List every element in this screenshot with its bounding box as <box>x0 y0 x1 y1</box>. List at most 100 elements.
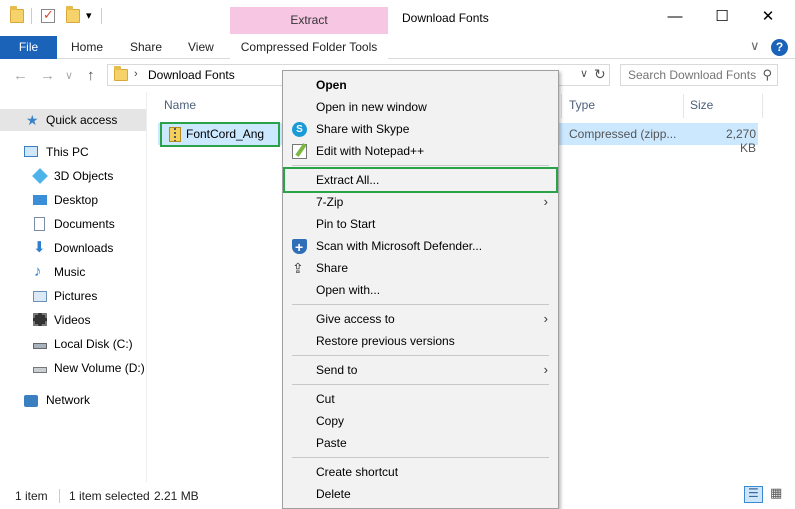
nav-label: 3D Objects <box>54 169 114 183</box>
address-dropdown-icon[interactable]: ∨ <box>580 67 588 80</box>
tab-file[interactable]: File <box>0 36 57 59</box>
tab-compressed-folder-tools[interactable]: Compressed Folder Tools <box>230 36 388 59</box>
menu-label: Open <box>316 78 347 92</box>
menu-label: Create shortcut <box>316 465 399 479</box>
nav-downloads[interactable]: ⬇ Downloads <box>0 237 146 259</box>
nav-desktop[interactable]: Desktop <box>0 189 146 211</box>
notepad-plus-plus-icon <box>292 144 307 159</box>
up-button[interactable]: ↑ <box>87 67 95 84</box>
nav-label: Downloads <box>54 241 114 255</box>
new-folder-icon[interactable] <box>66 6 80 23</box>
breadcrumb-separator[interactable]: › <box>134 68 138 80</box>
window-title: Download Fonts <box>402 11 489 25</box>
context-tab-extract[interactable]: Extract <box>230 7 388 34</box>
tab-home[interactable]: Home <box>71 36 103 59</box>
menu-item-copy[interactable]: Copy <box>283 410 558 432</box>
defender-shield-icon <box>292 236 307 258</box>
column-divider[interactable] <box>683 94 684 118</box>
status-divider <box>59 489 60 503</box>
search-icon[interactable]: ⚲ <box>762 67 772 83</box>
nav-this-pc[interactable]: This PC <box>0 141 146 163</box>
nav-label: Videos <box>54 313 91 327</box>
title-bar: ▾ Extract Download Fonts — ☐ ✕ <box>0 0 795 36</box>
nav-quick-access[interactable]: ★ Quick access <box>0 109 146 131</box>
menu-label: Send to <box>316 363 358 377</box>
menu-item-pin-start[interactable]: Pin to Start <box>283 213 558 235</box>
help-icon[interactable]: ? <box>771 39 788 56</box>
menu-label: Share with Skype <box>316 122 410 136</box>
network-icon <box>24 395 38 407</box>
nav-music[interactable]: ♪ Music <box>0 261 146 283</box>
search-input[interactable] <box>621 65 759 85</box>
file-name[interactable]: FontCord_Ang <box>186 127 264 141</box>
menu-item-share[interactable]: ⇪ Share <box>283 257 558 279</box>
properties-icon[interactable] <box>41 7 55 23</box>
column-header-name[interactable]: Name <box>164 98 196 112</box>
back-button[interactable]: ← <box>13 67 28 84</box>
nav-label: Pictures <box>54 289 98 303</box>
menu-item-give-access[interactable]: Give access to › <box>283 308 558 330</box>
menu-item-create-shortcut[interactable]: Create shortcut <box>283 461 558 483</box>
menu-item-share-skype[interactable]: S Share with Skype <box>283 118 558 140</box>
menu-item-open[interactable]: Open <box>283 74 558 96</box>
tab-share[interactable]: Share <box>130 36 162 59</box>
menu-label: Restore previous versions <box>316 334 455 348</box>
menu-item-7zip[interactable]: 7-Zip › <box>283 191 558 213</box>
menu-item-edit-notepad[interactable]: Edit with Notepad++ <box>283 140 558 162</box>
column-divider[interactable] <box>561 94 562 118</box>
customize-toolbar-icon[interactable]: ▾ <box>86 9 92 22</box>
menu-label: Open with... <box>316 283 381 297</box>
context-menu: Open Open in new window S Share with Sky… <box>282 70 559 509</box>
forward-button[interactable]: → <box>40 67 55 84</box>
selection-size: 2.21 MB <box>154 489 199 503</box>
desktop-icon <box>33 195 47 205</box>
file-item-fontcord[interactable]: FontCord_Ang <box>160 122 280 147</box>
nav-videos[interactable]: Videos <box>0 309 146 331</box>
close-button[interactable]: ✕ <box>753 6 783 28</box>
menu-label: Edit with Notepad++ <box>316 144 425 158</box>
nav-network[interactable]: Network <box>0 389 146 411</box>
nav-3d-objects[interactable]: 3D Objects <box>0 165 146 187</box>
drive-icon <box>33 367 47 373</box>
file-size: 2,270 KB <box>725 127 756 155</box>
nav-local-disk[interactable]: Local Disk (C:) <box>0 333 146 355</box>
menu-item-scan-defender[interactable]: Scan with Microsoft Defender... <box>283 235 558 258</box>
tab-view[interactable]: View <box>188 36 214 59</box>
menu-label: Paste <box>316 436 347 450</box>
menu-item-extract-all[interactable]: Extract All... <box>283 169 558 191</box>
menu-item-open-new-window[interactable]: Open in new window <box>283 96 558 118</box>
folder-icon <box>114 66 128 81</box>
menu-separator <box>292 304 549 305</box>
refresh-icon[interactable]: ↻ <box>594 66 606 83</box>
minimize-button[interactable]: — <box>660 6 690 28</box>
nav-pictures[interactable]: Pictures <box>0 285 146 307</box>
navigation-pane: ★ Quick access This PC 3D Objects Deskto… <box>0 92 147 482</box>
menu-item-restore-versions[interactable]: Restore previous versions <box>283 330 558 352</box>
cube-icon <box>32 168 48 184</box>
menu-separator <box>292 355 549 356</box>
details-view-icon[interactable] <box>744 486 763 503</box>
menu-item-open-with[interactable]: Open with... <box>283 279 558 301</box>
selection-count: 1 item selected <box>69 489 150 503</box>
maximize-button[interactable]: ☐ <box>707 6 737 28</box>
menu-label: Extract All... <box>316 173 380 187</box>
menu-item-cut[interactable]: Cut <box>283 388 558 410</box>
menu-item-paste[interactable]: Paste <box>283 432 558 454</box>
star-icon: ★ <box>26 112 39 128</box>
menu-item-delete[interactable]: Delete <box>283 483 558 505</box>
column-divider[interactable] <box>762 94 763 118</box>
chevron-down-icon[interactable]: ∨ <box>750 38 760 54</box>
large-icons-view-icon[interactable] <box>767 485 786 503</box>
recent-locations-button[interactable]: ∨ <box>65 69 73 82</box>
breadcrumb-current[interactable]: Download Fonts <box>148 68 235 82</box>
nav-documents[interactable]: Documents <box>0 213 146 235</box>
menu-item-send-to[interactable]: Send to › <box>283 359 558 381</box>
file-type: Compressed (zipp... <box>569 127 677 141</box>
submenu-arrow-icon: › <box>543 311 548 326</box>
nav-new-volume[interactable]: New Volume (D:) <box>0 357 146 379</box>
column-header-type[interactable]: Type <box>569 98 595 112</box>
menu-separator <box>292 457 549 458</box>
column-header-size[interactable]: Size <box>690 98 713 112</box>
search-box[interactable]: ⚲ <box>620 64 778 86</box>
music-icon: ♪ <box>34 263 42 280</box>
